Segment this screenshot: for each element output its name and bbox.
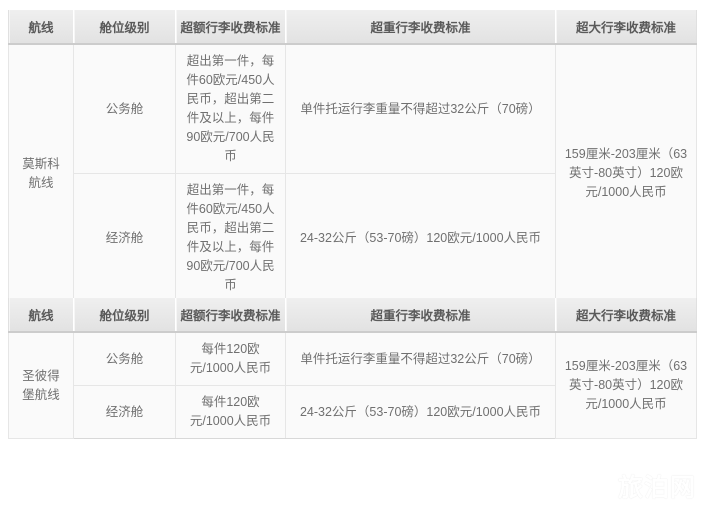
cell-cabin: 经济舱 bbox=[73, 385, 176, 439]
table-row: 圣彼得堡航线 公务舱 每件120欧元/1000人民币 单件托运行李重量不得超过3… bbox=[8, 332, 697, 439]
cell-cabin: 公务舱 bbox=[73, 332, 176, 386]
page-root: 航线 舱位级别 超额行李收费标准 超重行李收费标准 超大行李收费标准 莫斯科航线… bbox=[0, 0, 704, 506]
cell-excess-fee: 每件120欧元/1000人民币 bbox=[175, 332, 286, 386]
header-cell-oversize: 超大行李收费标准 bbox=[555, 298, 697, 333]
cell-excess-fee: 超出第一件，每件60欧元/450人民币，超出第二件及以上，每件90欧元/700人… bbox=[175, 173, 286, 303]
baggage-fee-table-stpetersburg: 航线 舱位级别 超额行李收费标准 超重行李收费标准 超大行李收费标准 圣彼得堡航… bbox=[8, 298, 697, 439]
cell-overweight-fee: 24-32公斤（53-70磅）120欧元/1000人民币 bbox=[285, 173, 556, 303]
cell-excess-fee: 超出第一件，每件60欧元/450人民币，超出第二件及以上，每件90欧元/700人… bbox=[175, 44, 286, 174]
cell-oversize-fee: 159厘米-203厘米（63英寸-80英寸）120欧元/1000人民币 bbox=[555, 332, 697, 439]
cell-cabin: 经济舱 bbox=[73, 173, 176, 303]
header-cell-cabin: 舱位级别 bbox=[73, 298, 176, 333]
header-cell-overweight: 超重行李收费标准 bbox=[285, 10, 556, 45]
header-cell-route: 航线 bbox=[8, 298, 74, 333]
header-cell-excess: 超额行李收费标准 bbox=[175, 10, 286, 45]
header-cell-cabin: 舱位级别 bbox=[73, 10, 176, 45]
cell-route: 圣彼得堡航线 bbox=[8, 332, 74, 439]
cell-cabin: 公务舱 bbox=[73, 44, 176, 174]
table-header: 航线 舱位级别 超额行李收费标准 超重行李收费标准 超大行李收费标准 bbox=[8, 298, 697, 333]
fee-table: 航线 舱位级别 超额行李收费标准 超重行李收费标准 超大行李收费标准 圣彼得堡航… bbox=[8, 298, 697, 439]
header-row: 航线 舱位级别 超额行李收费标准 超重行李收费标准 超大行李收费标准 bbox=[8, 298, 697, 333]
header-cell-excess: 超额行李收费标准 bbox=[175, 298, 286, 333]
table-body: 圣彼得堡航线 公务舱 每件120欧元/1000人民币 单件托运行李重量不得超过3… bbox=[8, 332, 697, 439]
cell-overweight-fee: 单件托运行李重量不得超过32公斤（70磅） bbox=[285, 332, 556, 386]
table-body: 莫斯科航线 公务舱 超出第一件，每件60欧元/450人民币，超出第二件及以上，每… bbox=[8, 44, 697, 303]
cell-overweight-fee: 单件托运行李重量不得超过32公斤（70磅） bbox=[285, 44, 556, 174]
baggage-fee-table-moscow: 航线 舱位级别 超额行李收费标准 超重行李收费标准 超大行李收费标准 莫斯科航线… bbox=[8, 10, 697, 303]
table-row: 莫斯科航线 公务舱 超出第一件，每件60欧元/450人民币，超出第二件及以上，每… bbox=[8, 44, 697, 303]
site-watermark: 旅泊网 bbox=[617, 474, 696, 502]
cell-excess-fee: 每件120欧元/1000人民币 bbox=[175, 385, 286, 439]
cell-overweight-fee: 24-32公斤（53-70磅）120欧元/1000人民币 bbox=[285, 385, 556, 439]
header-row: 航线 舱位级别 超额行李收费标准 超重行李收费标准 超大行李收费标准 bbox=[8, 10, 697, 45]
header-cell-overweight: 超重行李收费标准 bbox=[285, 298, 556, 333]
header-cell-route: 航线 bbox=[8, 10, 74, 45]
header-cell-oversize: 超大行李收费标准 bbox=[555, 10, 697, 45]
fee-table: 航线 舱位级别 超额行李收费标准 超重行李收费标准 超大行李收费标准 莫斯科航线… bbox=[8, 10, 697, 303]
cell-oversize-fee: 159厘米-203厘米（63英寸-80英寸）120欧元/1000人民币 bbox=[555, 44, 697, 303]
cell-route: 莫斯科航线 bbox=[8, 44, 74, 303]
table-header: 航线 舱位级别 超额行李收费标准 超重行李收费标准 超大行李收费标准 bbox=[8, 10, 697, 45]
